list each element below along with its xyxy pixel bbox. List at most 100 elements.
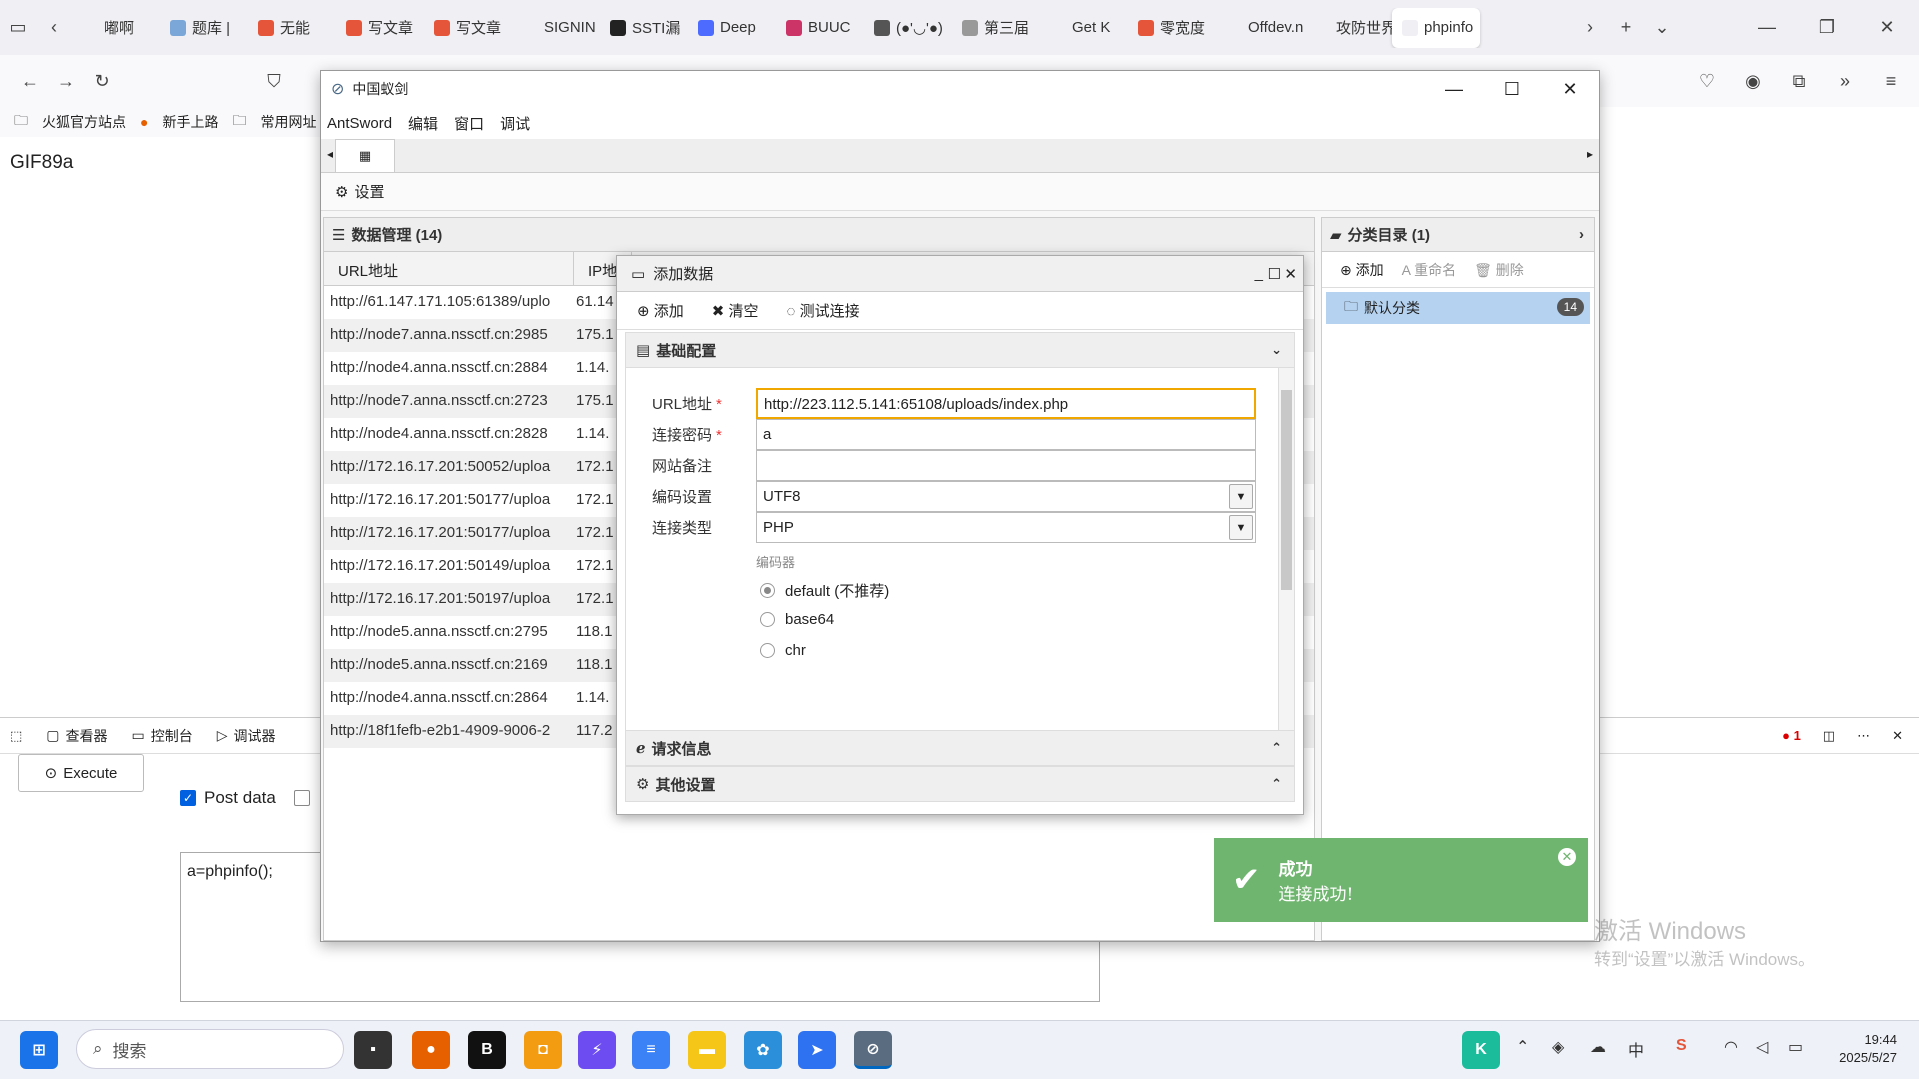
encoder-option-default[interactable]: default (不推荐): [760, 580, 889, 601]
section-basic-config[interactable]: ▤ 基础配置 ⌄: [625, 332, 1295, 368]
dock-icon[interactable]: ◫: [1823, 728, 1835, 744]
browser-tab[interactable]: BUUC: [776, 8, 864, 48]
encoder-option-chr[interactable]: chr: [760, 642, 806, 659]
app-icon[interactable]: ✿: [744, 1031, 782, 1069]
wifi-icon[interactable]: ◠: [1724, 1037, 1738, 1057]
taskbar-clock[interactable]: 19:44 2025/5/27: [1839, 1031, 1897, 1067]
close-tab-icon[interactable]: ✕: [1479, 21, 1480, 35]
bookmark-item[interactable]: 火狐官方站点: [42, 112, 126, 132]
ime-indicator[interactable]: 中: [1628, 1037, 1644, 1061]
test-connection-button[interactable]: ◌ 测试连接: [787, 300, 860, 321]
dialog-maximize-icon[interactable]: ☐: [1268, 265, 1281, 283]
menu-window[interactable]: 窗口: [454, 113, 484, 134]
url-input[interactable]: http://223.112.5.141:65108/uploads/index…: [756, 388, 1256, 419]
devtools-tab-inspector[interactable]: ▢ 查看器: [46, 726, 107, 746]
restore-browser-icon[interactable]: ❐: [1809, 10, 1845, 46]
minimize-browser-icon[interactable]: —: [1749, 10, 1785, 46]
devtools-more-icon[interactable]: ⋯: [1857, 728, 1870, 744]
reload-icon[interactable]: ↻: [84, 63, 120, 99]
scroll-tabs-left-icon[interactable]: ‹: [36, 10, 72, 46]
bookmark-item[interactable]: 常用网址: [260, 112, 316, 132]
dialog-close-icon[interactable]: ✕: [1284, 265, 1297, 283]
minimize-icon[interactable]: —: [1425, 71, 1483, 107]
element-picker-icon[interactable]: ⬚: [10, 728, 22, 744]
taskbar-search[interactable]: ⌕ 搜索: [76, 1029, 344, 1069]
collapse-chevron-icon[interactable]: ›: [1579, 226, 1584, 243]
rename-category-button[interactable]: A 重命名: [1402, 260, 1456, 280]
close-icon[interactable]: ✕: [1541, 71, 1599, 107]
extensions-icon[interactable]: ⧉: [1781, 63, 1817, 99]
sogou-icon[interactable]: S: [1676, 1037, 1687, 1055]
tab-right-arrow-icon[interactable]: ▸: [1587, 147, 1593, 161]
add-button[interactable]: ⊕ 添加: [637, 300, 684, 321]
close-devtools-icon[interactable]: ✕: [1892, 728, 1903, 744]
back-icon[interactable]: ←: [12, 63, 48, 99]
browser-tab[interactable]: (●'◡'●): [864, 8, 952, 48]
devtools-tab-console[interactable]: ▭ 控制台: [132, 726, 193, 746]
maximize-icon[interactable]: ☐: [1483, 71, 1541, 107]
connection-type-select[interactable]: PHP ▼: [756, 512, 1256, 543]
tab-overflow-chevron-icon[interactable]: ⌄: [1644, 10, 1680, 46]
browser-tab[interactable]: 写文章: [424, 8, 512, 48]
app-icon[interactable]: K: [1462, 1031, 1500, 1069]
close-toast-icon[interactable]: ✕: [1558, 848, 1576, 866]
form-scrollbar[interactable]: [1278, 368, 1294, 730]
account-icon[interactable]: ◉: [1735, 63, 1771, 99]
bookmark-item[interactable]: 新手上路: [162, 112, 218, 132]
file-explorer-icon[interactable]: ▬: [688, 1031, 726, 1069]
post-data-checkbox[interactable]: ✓: [180, 790, 196, 806]
volume-mute-icon[interactable]: ◁: [1756, 1037, 1768, 1057]
browser-tab[interactable]: 攻防世界: [1304, 8, 1392, 48]
forward-icon[interactable]: →: [48, 63, 84, 99]
notepad-icon[interactable]: ≡: [632, 1031, 670, 1069]
tab-list-icon[interactable]: ▭: [0, 10, 36, 46]
option-checkbox[interactable]: [293, 790, 310, 806]
menu-antsword[interactable]: AntSword: [327, 115, 392, 132]
scrollbar-thumb[interactable]: [1281, 390, 1292, 590]
menu-debug[interactable]: 调试: [500, 113, 530, 134]
menu-icon[interactable]: ≡: [1873, 63, 1909, 99]
battery-icon[interactable]: ▭: [1788, 1037, 1803, 1057]
app-icon[interactable]: ⚡: [578, 1031, 616, 1069]
browser-tab[interactable]: 零宽度: [1128, 8, 1216, 48]
delete-category-button[interactable]: 🗑 删除: [1474, 260, 1524, 280]
tab-left-arrow-icon[interactable]: ◂: [327, 147, 333, 161]
copilot-icon[interactable]: ◈: [1552, 1037, 1564, 1057]
start-icon[interactable]: ⊞: [20, 1031, 58, 1069]
burp-icon[interactable]: B: [468, 1031, 506, 1069]
antsword-taskbar-icon[interactable]: ⊘: [854, 1031, 892, 1069]
new-tab-icon[interactable]: +: [1608, 10, 1644, 46]
more-tools-icon[interactable]: »: [1827, 63, 1863, 99]
menu-edit[interactable]: 编辑: [408, 113, 438, 134]
app-icon[interactable]: ◘: [524, 1031, 562, 1069]
browser-tab[interactable]: Get K: [1040, 8, 1128, 48]
add-category-button[interactable]: ⊕ 添加: [1340, 260, 1384, 280]
settings-button[interactable]: 设置: [354, 181, 384, 202]
home-grid-icon[interactable]: ▦: [335, 139, 395, 173]
browser-tab[interactable]: SIGNIN: [512, 8, 600, 48]
devtools-tab-debugger[interactable]: ▷ 调试器: [217, 726, 276, 746]
scroll-tabs-right-icon[interactable]: ›: [1572, 10, 1608, 46]
shield-icon[interactable]: ⛉: [256, 63, 292, 99]
browser-tab[interactable]: SSTI漏: [600, 8, 688, 48]
browser-tab[interactable]: 无能: [248, 8, 336, 48]
browser-tab[interactable]: 题库 |: [160, 8, 248, 48]
browser-tab[interactable]: 嘟啊: [72, 8, 160, 48]
encoding-select[interactable]: UTF8 ▼: [756, 481, 1256, 512]
firefox-icon[interactable]: ●: [412, 1031, 450, 1069]
encoder-option-base64[interactable]: base64: [760, 611, 834, 628]
browser-tab[interactable]: Deep: [688, 8, 776, 48]
pocket-icon[interactable]: ♡: [1689, 63, 1725, 99]
section-other-settings[interactable]: ⚙ 其他设置 ⌃: [625, 766, 1295, 802]
column-header[interactable]: URL地址: [324, 252, 574, 285]
browser-tab[interactable]: 第三届: [952, 8, 1040, 48]
browser-tab[interactable]: phpinfo ✕: [1392, 7, 1480, 48]
task-view-icon[interactable]: ▪: [354, 1031, 392, 1069]
clear-button[interactable]: ✖ 清空: [712, 300, 759, 321]
execute-button[interactable]: ⊙ Execute: [18, 754, 144, 792]
error-badge[interactable]: ● 1: [1782, 728, 1801, 743]
app-icon[interactable]: ➤: [798, 1031, 836, 1069]
note-input[interactable]: [756, 450, 1256, 481]
tray-chevron-icon[interactable]: ⌃: [1516, 1037, 1529, 1057]
close-browser-icon[interactable]: ✕: [1869, 10, 1905, 46]
